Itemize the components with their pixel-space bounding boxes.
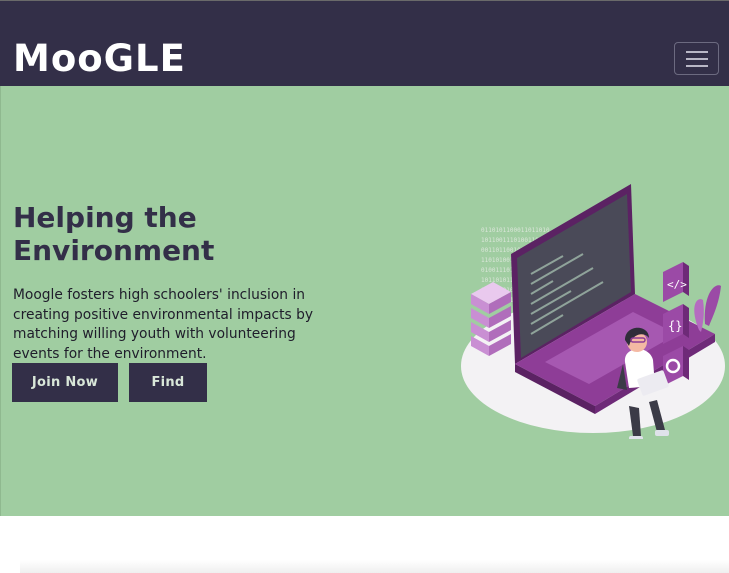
hamburger-line xyxy=(685,50,708,53)
svg-text:</>: </> xyxy=(667,278,687,291)
navbar-toggle-button[interactable] xyxy=(674,42,719,75)
hero-title: Helping the Environment xyxy=(13,201,215,267)
hero-description: Moogle fosters high schoolers' inclusion… xyxy=(13,287,314,362)
find-button[interactable]: Find xyxy=(129,363,207,402)
hamburger-line xyxy=(685,57,708,60)
brand-logo[interactable]: MooGLE xyxy=(13,37,186,80)
hamburger-line xyxy=(685,64,708,67)
join-now-button[interactable]: Join Now xyxy=(12,363,118,402)
woman-with-laptop-coding-illustration: 0110101100011011010 1011001110100110110 … xyxy=(461,184,725,439)
svg-text:{}: {} xyxy=(668,319,682,333)
hero-section: Helping the Environment Moogle fosters h… xyxy=(0,86,729,516)
svg-text:0110101100011011010: 0110101100011011010 xyxy=(481,227,550,234)
bottom-section-edge xyxy=(20,560,729,573)
navbar: MooGLE xyxy=(0,0,729,86)
